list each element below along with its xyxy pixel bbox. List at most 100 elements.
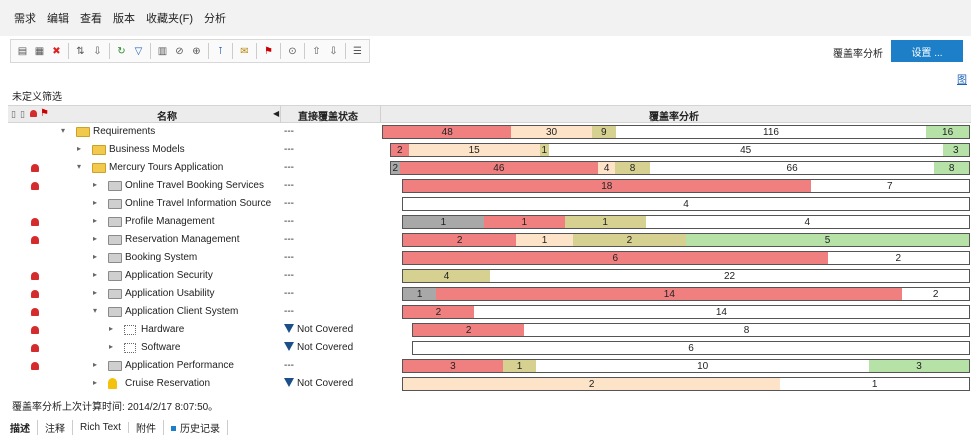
tree-row[interactable]: ▸ Reservation Management --- 2 1 2 5 (0, 231, 971, 249)
header-flag-icon[interactable]: ⚑ (40, 108, 49, 119)
new-requirement-icon[interactable]: ▦ (32, 43, 47, 59)
coverage-bar[interactable]: 21 (402, 377, 970, 391)
coverage-segment-white[interactable]: 4 (403, 198, 969, 210)
tab-4[interactable]: 历史记录 (164, 420, 228, 435)
coverage-segment-red[interactable]: 3 (403, 360, 503, 372)
expand-caret-right-icon[interactable]: ▸ (93, 180, 97, 189)
expand-caret-right-icon[interactable]: ▸ (93, 270, 97, 279)
menu-item-3[interactable]: 版本 (113, 10, 135, 26)
pin-icon[interactable]: ⊺ (213, 43, 228, 59)
coverage-segment-olive[interactable]: 1 (502, 360, 537, 372)
coverage-bar[interactable]: 2 15 1 45 3 (390, 143, 970, 157)
coverage-segment-green[interactable]: 8 (934, 162, 969, 174)
tree-row[interactable]: ▾ Mercury Tours Application --- 2 46 4 8 66 8 (0, 159, 971, 177)
coverage-segment-peach[interactable]: 30 (511, 126, 592, 138)
alert-bell-icon[interactable] (31, 362, 39, 370)
tree-row[interactable]: ▸ Software Not Covered 6 (0, 339, 971, 357)
alert-bell-icon[interactable] (31, 308, 39, 316)
coverage-segment-white[interactable]: 10 (536, 360, 870, 372)
coverage-bar[interactable]: 18 7 (402, 179, 970, 193)
expand-caret-down-icon[interactable]: ▾ (93, 306, 97, 315)
tree-row[interactable]: ▸ Application Usability --- 1 14 2 (0, 285, 971, 303)
alert-bell-icon[interactable] (31, 236, 39, 244)
coverage-bar[interactable]: 28 (412, 323, 970, 337)
coverage-segment-olive[interactable]: 1 (564, 216, 646, 228)
tree-row[interactable]: ▾ Application Client System --- 2 14 (0, 303, 971, 321)
header-document-icon[interactable]: ▯ (20, 109, 25, 120)
coverage-segment-white[interactable]: 66 (649, 162, 935, 174)
alert-bell-icon[interactable] (31, 182, 39, 190)
coverage-bar[interactable]: 2 14 (402, 305, 970, 319)
coverage-segment-white[interactable]: 45 (548, 144, 943, 156)
tab-0[interactable]: 描述 (10, 420, 38, 435)
filter-icon[interactable]: ▽ (131, 43, 146, 59)
coverage-segment-white[interactable]: 6 (413, 342, 969, 354)
notes-icon[interactable]: ☰ (350, 43, 365, 59)
coverage-bar[interactable]: 3 1 10 3 (402, 359, 970, 373)
coverage-segment-olive[interactable]: 2 (572, 234, 686, 246)
flag-icon[interactable]: ⚑ (261, 43, 276, 59)
refresh-icon[interactable]: ↻ (114, 43, 129, 59)
coverage-bar[interactable]: 1114 (402, 215, 970, 229)
coverage-segment-white[interactable]: 1 (780, 378, 969, 390)
alert-bell-icon[interactable] (31, 272, 39, 280)
alert-bell-icon[interactable] (31, 218, 39, 226)
coverage-segment-green[interactable]: 3 (942, 144, 969, 156)
attachment-icon[interactable]: ⊘ (172, 43, 187, 59)
tree-row[interactable]: ▸ Business Models --- 2 15 1 45 3 (0, 141, 971, 159)
alert-bell-icon[interactable] (31, 326, 39, 334)
alert-bell-icon[interactable] (31, 164, 39, 172)
coverage-bar[interactable]: 6 (412, 341, 970, 355)
search-icon[interactable]: ⊙ (285, 43, 300, 59)
menu-item-1[interactable]: 编辑 (47, 10, 69, 26)
header-alert-icon[interactable] (30, 110, 37, 117)
expand-caret-right-icon[interactable]: ▸ (93, 198, 97, 207)
tree-row[interactable]: ▸ Booking System --- 6 2 (0, 249, 971, 267)
zoom-icon[interactable]: ⊕ (189, 43, 204, 59)
expand-caret-right-icon[interactable]: ▸ (93, 234, 97, 243)
header-paperclip-icon[interactable]: ▯ (11, 109, 16, 120)
expand-caret-right-icon[interactable]: ▸ (93, 288, 97, 297)
coverage-bar[interactable]: 4 (402, 197, 970, 211)
tree-row[interactable]: ▸ Profile Management --- 1 1 1 4 (0, 213, 971, 231)
tree-row[interactable]: ▸ Hardware Not Covered 2 8 (0, 321, 971, 339)
coverage-bar[interactable]: 62 (402, 251, 970, 265)
coverage-segment-red[interactable]: 14 (436, 288, 903, 300)
coverage-bar[interactable]: 4 22 (402, 269, 970, 283)
coverage-segment-red[interactable]: 48 (383, 126, 512, 138)
coverage-bar[interactable]: 1 14 2 (402, 287, 970, 301)
tree-row[interactable]: ▸ Online Travel Information Source --- 4 (0, 195, 971, 213)
up-icon[interactable]: ⇧ (309, 43, 324, 59)
coverage-bar[interactable]: 2 46 4 8 66 8 (390, 161, 970, 175)
columns-icon[interactable]: ▥ (155, 43, 170, 59)
coverage-segment-red[interactable]: 2 (391, 144, 409, 156)
coverage-segment-red[interactable]: 1 (483, 216, 565, 228)
coverage-segment-white[interactable]: 2 (902, 288, 969, 300)
alert-bell-icon[interactable] (31, 344, 39, 352)
coverage-segment-olive[interactable]: 1 (539, 144, 549, 156)
coverage-segment-red[interactable]: 2 (403, 234, 517, 246)
move-icon[interactable]: ⇩ (90, 43, 105, 59)
delete-icon[interactable]: ✖ (49, 43, 64, 59)
coverage-bar[interactable]: 2125 (402, 233, 970, 247)
column-header-name[interactable]: 名称 (157, 108, 177, 123)
coverage-segment-white[interactable]: 116 (615, 126, 927, 138)
expand-caret-right-icon[interactable]: ▸ (93, 360, 97, 369)
coverage-segment-red[interactable]: 18 (403, 180, 811, 192)
coverage-segment-red[interactable]: 2 (413, 324, 525, 336)
down-icon[interactable]: ⇩ (326, 43, 341, 59)
expand-caret-right-icon[interactable]: ▸ (109, 342, 113, 351)
coverage-segment-red[interactable]: 6 (403, 252, 828, 264)
coverage-segment-white[interactable]: 8 (524, 324, 969, 336)
alert-bell-icon[interactable] (31, 290, 39, 298)
menu-item-5[interactable]: 分析 (204, 10, 226, 26)
coverage-segment-white[interactable]: 14 (473, 306, 969, 318)
coverage-segment-gray[interactable]: 1 (403, 216, 484, 228)
tree-row[interactable]: ▾ Requirements --- 48 30 9 116 16 (0, 123, 971, 141)
coverage-segment-white[interactable]: 2 (827, 252, 969, 264)
convert-icon[interactable]: ⇅ (73, 43, 88, 59)
expand-caret-down-icon[interactable]: ▾ (61, 126, 65, 135)
coverage-segment-peach[interactable]: 2 (403, 378, 781, 390)
expand-caret-right-icon[interactable]: ▸ (93, 216, 97, 225)
setup-button[interactable]: 设置 ... (891, 40, 963, 62)
